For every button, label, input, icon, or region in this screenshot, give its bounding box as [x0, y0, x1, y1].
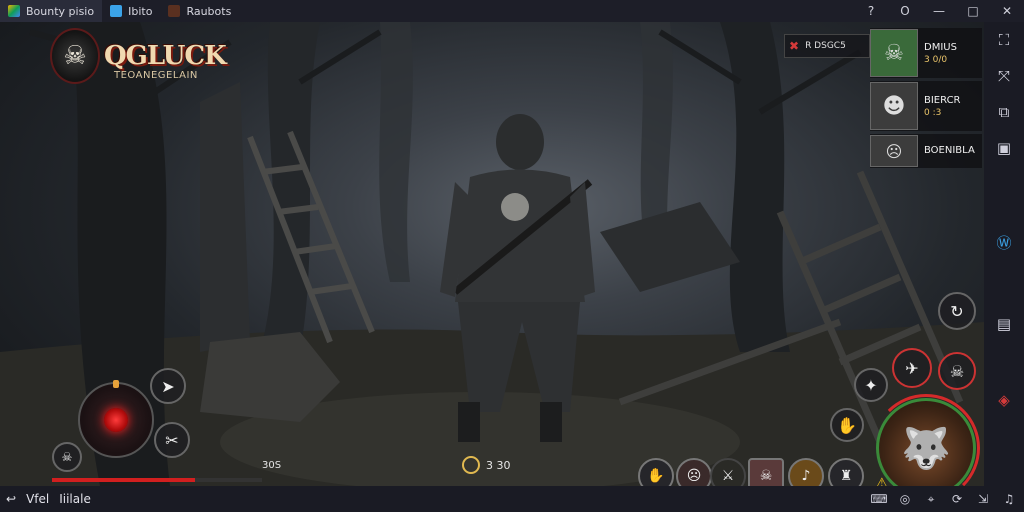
player-name: BOENIBLA — [924, 145, 975, 156]
health-fill — [52, 478, 195, 482]
joystick-knob[interactable] — [104, 408, 128, 432]
ammo-counter: 3 30 — [462, 456, 511, 474]
skull-logo-icon: ☠ — [50, 28, 100, 84]
app-logo-icon — [8, 5, 20, 17]
tab-raubots[interactable]: Raubots — [160, 0, 239, 22]
game-subtitle: TEOANEGELAIN — [114, 70, 198, 81]
tab-label: Bounty pisio — [26, 4, 95, 18]
fullscreen-icon[interactable]: ⛶ — [984, 22, 1024, 58]
minimize-button[interactable]: — — [922, 0, 956, 22]
movement-joystick[interactable] — [78, 380, 154, 458]
skill-slot-3[interactable]: ⚔ — [710, 458, 746, 486]
game-title: QGLUCK — [104, 41, 227, 71]
reload-icon: ↻ — [950, 301, 964, 321]
game-logo: ☠ QGLUCK TEOANEGELAIN — [50, 28, 227, 84]
zombie-icon: ☠ — [759, 468, 773, 484]
tab-bounty[interactable]: Bounty pisio — [0, 0, 103, 22]
health-value: 30S — [262, 460, 282, 471]
apk-icon[interactable]: ▤ — [984, 306, 1024, 342]
bottom-label-a[interactable]: Vfel — [26, 492, 49, 506]
werewolf-icon: 🐺 — [901, 425, 951, 472]
horn-icon: ♪ — [801, 468, 811, 484]
skill-slot-2[interactable]: ☹ — [676, 458, 712, 486]
hood-icon: ♜ — [839, 468, 853, 484]
emote-button[interactable]: ☠ — [52, 442, 82, 472]
window-controls: ? O — □ ✕ — [854, 0, 1024, 22]
axe-icon: ⚔ — [721, 468, 735, 484]
media-icon[interactable]: ▣ — [984, 130, 1024, 166]
maximize-button[interactable]: □ — [956, 0, 990, 22]
knife-icon: ✂ — [165, 430, 179, 450]
tab-label: Raubots — [186, 4, 232, 18]
bottom-nav: ↩ Vfel Iiilale — [0, 492, 91, 506]
skill-slot-1[interactable]: ✋ — [638, 458, 674, 486]
volume-icon[interactable]: ♫ — [998, 490, 1020, 508]
skull-mask-icon: ☠ — [949, 361, 965, 381]
back-icon[interactable]: ↩ — [6, 492, 16, 506]
player-status: 0 :3 — [924, 108, 942, 118]
bottom-bar: ↩ Vfel Iiilale ⌨ ◎ ⌖ ⟳ ⇲ ♫ — [0, 486, 1024, 512]
eco-mode-icon[interactable]: ◈ — [984, 382, 1024, 418]
crouch-button[interactable]: ✦ — [854, 368, 888, 402]
hand-icon: ✋ — [647, 468, 665, 484]
screenshot-icon[interactable]: ⧉ — [984, 94, 1024, 130]
player-avatar: ☻ — [870, 82, 918, 130]
jump-button[interactable]: ➤ — [150, 368, 186, 404]
player-avatar: ☹ — [870, 135, 918, 167]
melee-button[interactable]: ✂ — [154, 422, 190, 458]
ghost-face-icon: ☹ — [686, 468, 702, 484]
location-icon[interactable]: ⌖ — [920, 490, 942, 508]
player-avatar: ☠ — [870, 29, 918, 77]
cloud-icon — [110, 5, 123, 17]
ammo-value: 3 30 — [486, 458, 511, 472]
health-bar — [52, 478, 262, 482]
gamepad-icon[interactable]: ◎ — [894, 490, 916, 508]
arrow-up-icon: ➤ — [161, 376, 175, 396]
rifle-icon: ✈ — [905, 358, 919, 378]
crossed-swords-icon: ✖ — [789, 39, 800, 53]
bottom-label-b[interactable]: Iiilale — [59, 492, 91, 506]
macro-icon[interactable]: Ⓦ — [984, 224, 1024, 260]
game-thumbnail-icon — [168, 5, 181, 17]
tab-ibito[interactable]: Ibito — [102, 0, 160, 22]
player-card[interactable]: ☠ DMIUS 3 0/0 — [870, 28, 982, 78]
objective-panel[interactable]: ✖ R DSGC5 — [784, 34, 870, 58]
settings-button[interactable]: O — [888, 0, 922, 22]
aim-button[interactable]: ✈ — [892, 348, 932, 388]
player-status: 3 0/0 — [924, 55, 948, 65]
bottom-tools: ⌨ ◎ ⌖ ⟳ ⇲ ♫ — [868, 486, 1020, 512]
reload-button[interactable]: ↻ — [938, 292, 976, 330]
close-button[interactable]: ✕ — [990, 0, 1024, 22]
player-card[interactable]: ☻ BIERCR 0 :3 — [870, 81, 982, 131]
player-card[interactable]: ☹ BOENIBLA — [870, 134, 982, 168]
tab-label: Ibito — [128, 4, 153, 18]
shake-icon[interactable]: ⤧ — [984, 58, 1024, 94]
title-bar: Bounty pisio Ibito Raubots ? O — □ ✕ — [0, 0, 1024, 22]
game-viewport[interactable]: ☠ QGLUCK TEOANEGELAIN ✖ R DSGC5 ☠ DMIUS … — [0, 22, 984, 486]
interact-button[interactable]: ✋ — [830, 408, 864, 442]
emulator-sidebar: ⛶ ⤧ ⧉ ▣ Ⓦ ▤ ◈ — [984, 22, 1024, 486]
joystick-indicator — [113, 380, 119, 388]
resize-icon[interactable]: ⇲ — [972, 490, 994, 508]
warning-icon: ⚠ — [876, 476, 888, 486]
hand-grab-icon: ✋ — [837, 415, 857, 435]
help-button[interactable]: ? — [854, 0, 888, 22]
skull-icon: ☠ — [61, 450, 73, 464]
player-list: ☠ DMIUS 3 0/0 ☻ BIERCR 0 :3 ☹ BOENIBLA — [870, 28, 982, 171]
rotate-icon[interactable]: ⟳ — [946, 490, 968, 508]
crouch-icon: ✦ — [864, 375, 878, 395]
player-name: BIERCR — [924, 95, 961, 106]
mask-button[interactable]: ☠ — [938, 352, 976, 390]
skill-slot-4[interactable]: ☠ — [748, 458, 784, 486]
player-name: DMIUS — [924, 42, 957, 53]
keyboard-icon[interactable]: ⌨ — [868, 490, 890, 508]
skill-slot-6[interactable]: ♜ — [828, 458, 864, 486]
objective-text: R DSGC5 — [805, 41, 846, 51]
ammo-icon — [462, 456, 480, 474]
skill-slot-5[interactable]: ♪ — [788, 458, 824, 486]
